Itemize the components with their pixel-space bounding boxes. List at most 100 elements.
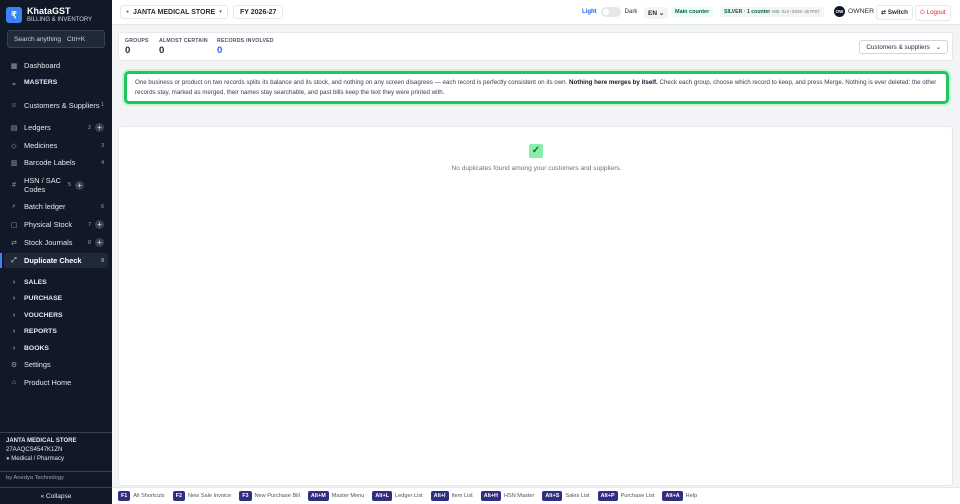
sidebar-divider (0, 432, 112, 433)
switch-button[interactable]: ⇄ Switch (876, 5, 913, 20)
sidebar-section-reports[interactable]: › REPORTS (4, 325, 108, 338)
sidebar-item-count: 8 (87, 239, 91, 246)
sidebar-item-dashboard[interactable]: ▦ Dashboard (4, 59, 108, 72)
sidebar-item-customers-suppliers[interactable]: ☺ Customers & Suppliers 1 (4, 94, 108, 116)
sidebar-item-label: REPORTS (24, 328, 57, 335)
sidebar-item-ledgers[interactable]: ▤ Ledgers 2 + (4, 121, 108, 134)
app-logo-icon: ₹ (6, 7, 22, 23)
sidebar-item-label: Medicines (24, 141, 58, 150)
theme-dark-label: Dark (624, 9, 638, 15)
empty-state-text: No duplicates found among your customers… (451, 165, 622, 172)
record-type-select[interactable]: Customers & suppliers ⌄ (859, 40, 948, 54)
sidebar-item-label: Stock Journals (24, 238, 73, 247)
sidebar-item-label: PURCHASE (24, 295, 63, 302)
power-icon: ⏻ (920, 9, 925, 16)
sidebar-item-product-home[interactable]: ⌂ Product Home (4, 376, 108, 389)
logout-button[interactable]: ⏻ Logout (915, 5, 951, 21)
sidebar-item-label: Physical Stock (24, 220, 73, 229)
shortcut-ledger-list[interactable]: Alt+L Ledger List (372, 491, 423, 501)
sidebar-section-vouchers[interactable]: › VOUCHERS (4, 309, 108, 322)
shortcut-key: Alt+H (480, 491, 501, 501)
sidebar-item-barcode-labels[interactable]: ▥ Barcode Labels 4 (4, 156, 108, 169)
stat-label: RECORDS INVOLVED (217, 38, 274, 44)
sidebar: ₹ KhataGST BILLING & INVENTORY Search an… (0, 0, 112, 504)
shortcut-new-purchase[interactable]: F3 New Purchase Bill (239, 491, 300, 501)
brand[interactable]: ₹ KhataGST BILLING & INVENTORY (6, 6, 92, 24)
shortcut-label: Item List (451, 493, 473, 499)
grid-icon: ▦ (10, 62, 18, 70)
sidebar-item-count: 9 (100, 257, 104, 264)
stat-label: GROUPS (125, 38, 149, 44)
search-label: Search anything (14, 35, 61, 43)
sidebar-section-purchase[interactable]: › PURCHASE (4, 292, 108, 305)
theme-toggle[interactable] (600, 7, 621, 17)
shortcut-key: Alt+S (542, 491, 563, 501)
stat-groups: GROUPS 0 (125, 38, 149, 56)
chevron-right-icon: › (12, 295, 16, 302)
shortcut-key: Alt+P (597, 491, 618, 501)
stat-label: ALMOST CERTAIN (159, 38, 208, 44)
shortcut-master-menu[interactable]: Alt+M Master Menu (307, 491, 365, 501)
search-input[interactable]: Search anything Ctrl+K (7, 30, 105, 48)
shortcut-new-sale[interactable]: F2 New Sale Invoice (172, 491, 232, 501)
sidebar-section-masters[interactable]: ⌄ MASTERS (4, 76, 108, 89)
chevron-right-icon: › (12, 345, 16, 352)
shortcut-hsn-master[interactable]: Alt+H HSN Master (480, 491, 534, 501)
device-id: AND-SLV-2026-4E7F97 (771, 11, 820, 15)
shortcut-key: Alt+L (372, 491, 393, 501)
sidebar-item-settings[interactable]: ⚙ Settings (4, 358, 108, 371)
shortcut-purchase-list[interactable]: Alt+P Purchase List (597, 491, 654, 501)
add-hsn-button[interactable]: + (75, 180, 85, 190)
store-gstin: 27AAQCS4547K1ZN (6, 447, 63, 453)
store-dot-icon: ● (126, 9, 130, 15)
users-icon: ☺ (10, 101, 18, 109)
sidebar-item-duplicate-check[interactable]: ⤢ Duplicate Check 9 (0, 253, 108, 268)
shortcut-label: Ledger List (395, 493, 423, 499)
shortcut-label: New Sale Invoice (188, 493, 232, 499)
app-subtitle: BILLING & INVENTORY (27, 17, 93, 23)
sidebar-item-batch-ledger[interactable]: ⌕ Batch ledger 6 (4, 200, 108, 213)
check-icon: ✓ (529, 144, 543, 158)
sidebar-item-label: Settings (24, 360, 51, 369)
store-selector[interactable]: ● JANTA MEDICAL STORE ▾ (120, 5, 228, 19)
shortcut-sales-list[interactable]: Alt+S Sales List (542, 491, 590, 501)
shuffle-icon: ⇄ (11, 239, 17, 247)
sidebar-section-books[interactable]: › BOOKS (4, 342, 108, 355)
shortcut-item-list[interactable]: Alt+I Item List (430, 491, 473, 501)
language-label: EN (648, 10, 658, 17)
shortcut-key: F3 (239, 491, 252, 501)
pharmacy-icon: ● (6, 456, 10, 462)
clipboard-icon: ▢ (10, 221, 18, 229)
chevron-down-icon: ⌄ (11, 79, 17, 87)
hash-icon: # (12, 181, 16, 189)
shortcut-all[interactable]: F1 All Shortcuts (118, 491, 165, 501)
add-stock-journal-button[interactable]: + (95, 238, 104, 247)
stat-value: 0 (159, 45, 165, 56)
shortcut-label: All Shortcuts (133, 493, 165, 499)
sidebar-section-sales[interactable]: › SALES (4, 276, 108, 289)
notice-emphasis: Nothing here merges by itself. (569, 79, 658, 86)
sidebar-item-label: Customers & Suppliers (24, 100, 100, 110)
stat-value: 0 (125, 45, 131, 56)
chevron-right-icon: › (12, 312, 16, 319)
record-type-value: Customers & suppliers (866, 43, 930, 51)
theme-toggle-group: Light Dark (582, 7, 637, 17)
store-name: JANTA MEDICAL STORE (6, 438, 77, 444)
sidebar-item-label: Dashboard (24, 61, 61, 70)
sidebar-item-hsn-sac-codes[interactable]: # HSN / SAC Codes 5 + (4, 174, 108, 196)
sidebar-item-medicines[interactable]: ◇ Medicines 3 (4, 139, 108, 152)
fy-selector[interactable]: FY 2026-27 (233, 5, 284, 19)
stat-almost-certain: ALMOST CERTAIN 0 (159, 38, 208, 56)
collapse-sidebar-button[interactable]: « Collapse (0, 487, 112, 504)
add-ledger-button[interactable]: + (95, 123, 104, 132)
sidebar-item-stock-journals[interactable]: ⇄ Stock Journals 8 + (4, 236, 108, 249)
user-menu[interactable]: OW OWNER (834, 6, 874, 17)
shortcut-help[interactable]: Alt+A Help (662, 491, 697, 501)
sidebar-item-physical-stock[interactable]: ▢ Physical Stock 7 + (4, 218, 108, 231)
merge-notice: One business or product on two records s… (124, 71, 949, 104)
add-physical-stock-button[interactable]: + (95, 220, 104, 229)
duplicates-list: ✓ No duplicates found among your custome… (118, 126, 953, 486)
shortcut-label: Master Menu (331, 493, 365, 499)
sidebar-item-count: 2 (87, 124, 91, 131)
language-selector[interactable]: EN ⌄ (644, 7, 669, 19)
